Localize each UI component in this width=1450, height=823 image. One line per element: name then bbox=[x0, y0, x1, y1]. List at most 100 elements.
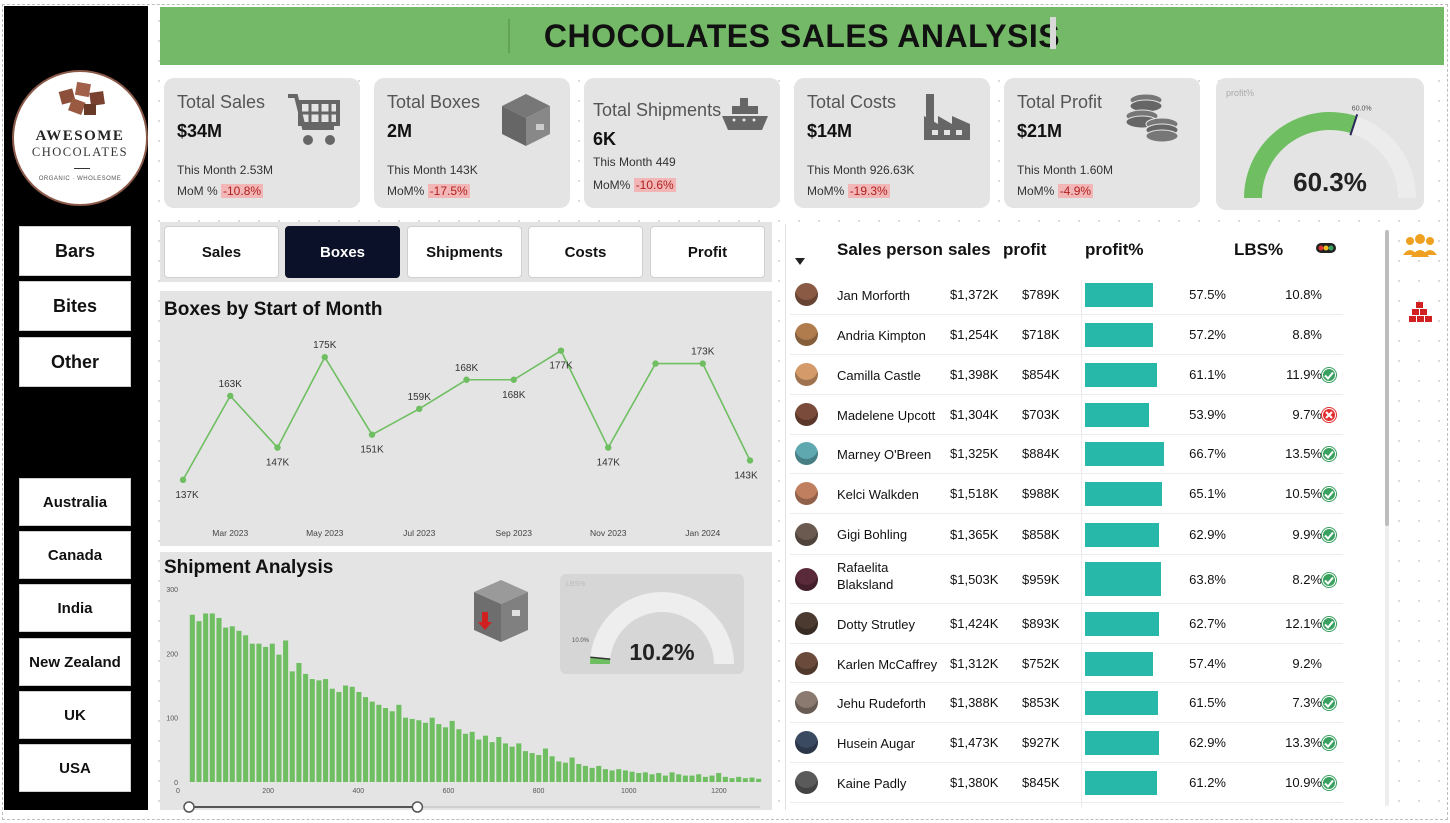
histogram-bar[interactable] bbox=[736, 776, 742, 782]
col-header-profit-pct[interactable]: profit% bbox=[1085, 240, 1144, 260]
histogram-bar[interactable] bbox=[549, 756, 555, 782]
table-row[interactable]: Kelci Walkden $1,518K $988K 65.1% 10.5% bbox=[790, 474, 1343, 514]
country-button-canada[interactable]: Canada bbox=[19, 531, 131, 579]
histogram-bar[interactable] bbox=[589, 767, 595, 782]
histogram-bar[interactable] bbox=[329, 688, 335, 782]
histogram-bar[interactable] bbox=[189, 614, 195, 782]
histogram-bar[interactable] bbox=[556, 761, 562, 782]
country-button-uk[interactable]: UK bbox=[19, 691, 131, 739]
table-scrollbar[interactable] bbox=[1385, 230, 1389, 526]
histogram-bar[interactable] bbox=[276, 654, 282, 782]
histogram-bar[interactable] bbox=[662, 775, 668, 782]
histogram-bar[interactable] bbox=[576, 763, 582, 782]
histogram-bar[interactable] bbox=[676, 774, 682, 782]
histogram-bar[interactable] bbox=[529, 753, 535, 782]
histogram-bar[interactable] bbox=[336, 691, 342, 782]
histogram-bar[interactable] bbox=[749, 777, 755, 782]
histogram-bar[interactable] bbox=[429, 717, 435, 782]
histogram-bar[interactable] bbox=[462, 733, 469, 782]
boxes-point[interactable] bbox=[227, 392, 234, 400]
col-header-profit[interactable]: profit bbox=[1003, 240, 1046, 260]
histogram-bar[interactable] bbox=[309, 679, 315, 782]
slider-end-handle[interactable] bbox=[411, 801, 424, 813]
country-button-india[interactable]: India bbox=[19, 584, 131, 632]
histogram-bar[interactable] bbox=[602, 769, 608, 782]
histogram-bar[interactable] bbox=[629, 771, 635, 782]
boxes-point[interactable] bbox=[179, 476, 187, 484]
boxes-point[interactable] bbox=[699, 360, 706, 367]
histogram-bar[interactable] bbox=[742, 778, 748, 782]
histogram-bar[interactable] bbox=[502, 743, 509, 782]
histogram-bar[interactable] bbox=[722, 776, 728, 782]
table-row[interactable]: Madelene Upcott $1,304K $703K 53.9% 9.7% bbox=[790, 395, 1343, 435]
table-row[interactable]: Camilla Castle $1,398K $854K 61.1% 11.9% bbox=[790, 355, 1343, 395]
people-icon[interactable] bbox=[1402, 233, 1438, 259]
histogram-bar[interactable] bbox=[436, 724, 442, 782]
histogram-bar[interactable] bbox=[229, 626, 235, 782]
col-header-sales-person[interactable]: Sales person bbox=[837, 240, 943, 260]
histogram-bar[interactable] bbox=[376, 704, 382, 782]
histogram-bar[interactable] bbox=[509, 746, 515, 782]
country-button-new-zealand[interactable]: New Zealand bbox=[19, 638, 131, 686]
histogram-bar[interactable] bbox=[389, 711, 395, 782]
histogram-bar[interactable] bbox=[349, 686, 355, 782]
histogram-bar[interactable] bbox=[516, 743, 522, 782]
table-row[interactable]: Jehu Rudeforth $1,388K $853K 61.5% 7.3% bbox=[790, 683, 1343, 723]
histogram-bar[interactable] bbox=[756, 778, 762, 782]
slider-start-handle[interactable] bbox=[183, 801, 195, 813]
stacked-boxes-icon[interactable] bbox=[1408, 300, 1432, 324]
histogram-bar[interactable] bbox=[316, 680, 322, 782]
histogram-bar[interactable] bbox=[356, 691, 362, 782]
histogram-bar[interactable] bbox=[196, 621, 202, 782]
histogram-bar[interactable] bbox=[303, 673, 309, 782]
table-row[interactable]: Karlen McCaffrey $1,312K $752K 57.4% 9.2% bbox=[790, 644, 1343, 683]
table-row[interactable]: Jan Morforth $1,372K $789K 57.5% 10.8% bbox=[790, 275, 1343, 315]
histogram-bar[interactable] bbox=[622, 770, 628, 782]
histogram-bar[interactable] bbox=[702, 776, 708, 782]
boxes-point[interactable] bbox=[746, 457, 754, 464]
histogram-bar[interactable] bbox=[596, 765, 602, 782]
histogram-bar[interactable] bbox=[203, 613, 209, 782]
histogram-bar[interactable] bbox=[442, 727, 449, 782]
tab-boxes[interactable]: Boxes bbox=[285, 226, 400, 278]
histogram-bar[interactable] bbox=[536, 754, 542, 782]
sort-descending-icon[interactable] bbox=[795, 258, 805, 266]
histogram-bar[interactable] bbox=[562, 762, 568, 782]
histogram-bar[interactable] bbox=[323, 679, 329, 782]
histogram-bar[interactable] bbox=[456, 729, 462, 782]
tab-profit[interactable]: Profit bbox=[650, 226, 765, 278]
histogram-bar[interactable] bbox=[616, 769, 622, 782]
histogram-bar[interactable] bbox=[449, 720, 455, 782]
product-button-bars[interactable]: Bars bbox=[19, 226, 131, 276]
country-button-australia[interactable]: Australia bbox=[19, 478, 131, 526]
histogram-bar[interactable] bbox=[689, 775, 695, 782]
histogram-bar[interactable] bbox=[469, 731, 475, 782]
histogram-bar[interactable] bbox=[542, 748, 548, 782]
histogram-bar[interactable] bbox=[482, 735, 489, 782]
histogram-bar[interactable] bbox=[669, 772, 675, 782]
histogram-bar[interactable] bbox=[696, 774, 702, 782]
histogram-bar[interactable] bbox=[403, 717, 409, 782]
histogram-bar[interactable] bbox=[243, 635, 249, 782]
col-header-sales[interactable]: sales bbox=[948, 240, 991, 260]
histogram-bar[interactable] bbox=[582, 765, 588, 782]
tab-sales[interactable]: Sales bbox=[164, 226, 279, 278]
histogram-bar[interactable] bbox=[269, 643, 275, 782]
histogram-bar[interactable] bbox=[283, 640, 289, 782]
histogram-bar[interactable] bbox=[296, 662, 302, 782]
histogram-bar[interactable] bbox=[416, 720, 422, 782]
histogram-bar[interactable] bbox=[223, 627, 229, 782]
histogram-bar[interactable] bbox=[209, 613, 215, 782]
table-row[interactable]: Husein Augar $1,473K $927K 62.9% 13.3% bbox=[790, 723, 1343, 763]
col-header-lbs[interactable]: LBS% bbox=[1234, 240, 1283, 260]
histogram-bar[interactable] bbox=[396, 704, 402, 782]
histogram-bar[interactable] bbox=[636, 772, 642, 782]
histogram-bar[interactable] bbox=[489, 742, 495, 782]
histogram-bar[interactable] bbox=[236, 630, 242, 782]
boxes-point[interactable] bbox=[416, 405, 423, 413]
histogram-bar[interactable] bbox=[729, 778, 735, 782]
histogram-bar[interactable] bbox=[642, 772, 648, 782]
range-slider[interactable] bbox=[160, 798, 772, 818]
table-row[interactable]: Gigi Bohling $1,365K $858K 62.9% 9.9% bbox=[790, 514, 1343, 555]
histogram-bar[interactable] bbox=[256, 643, 262, 782]
